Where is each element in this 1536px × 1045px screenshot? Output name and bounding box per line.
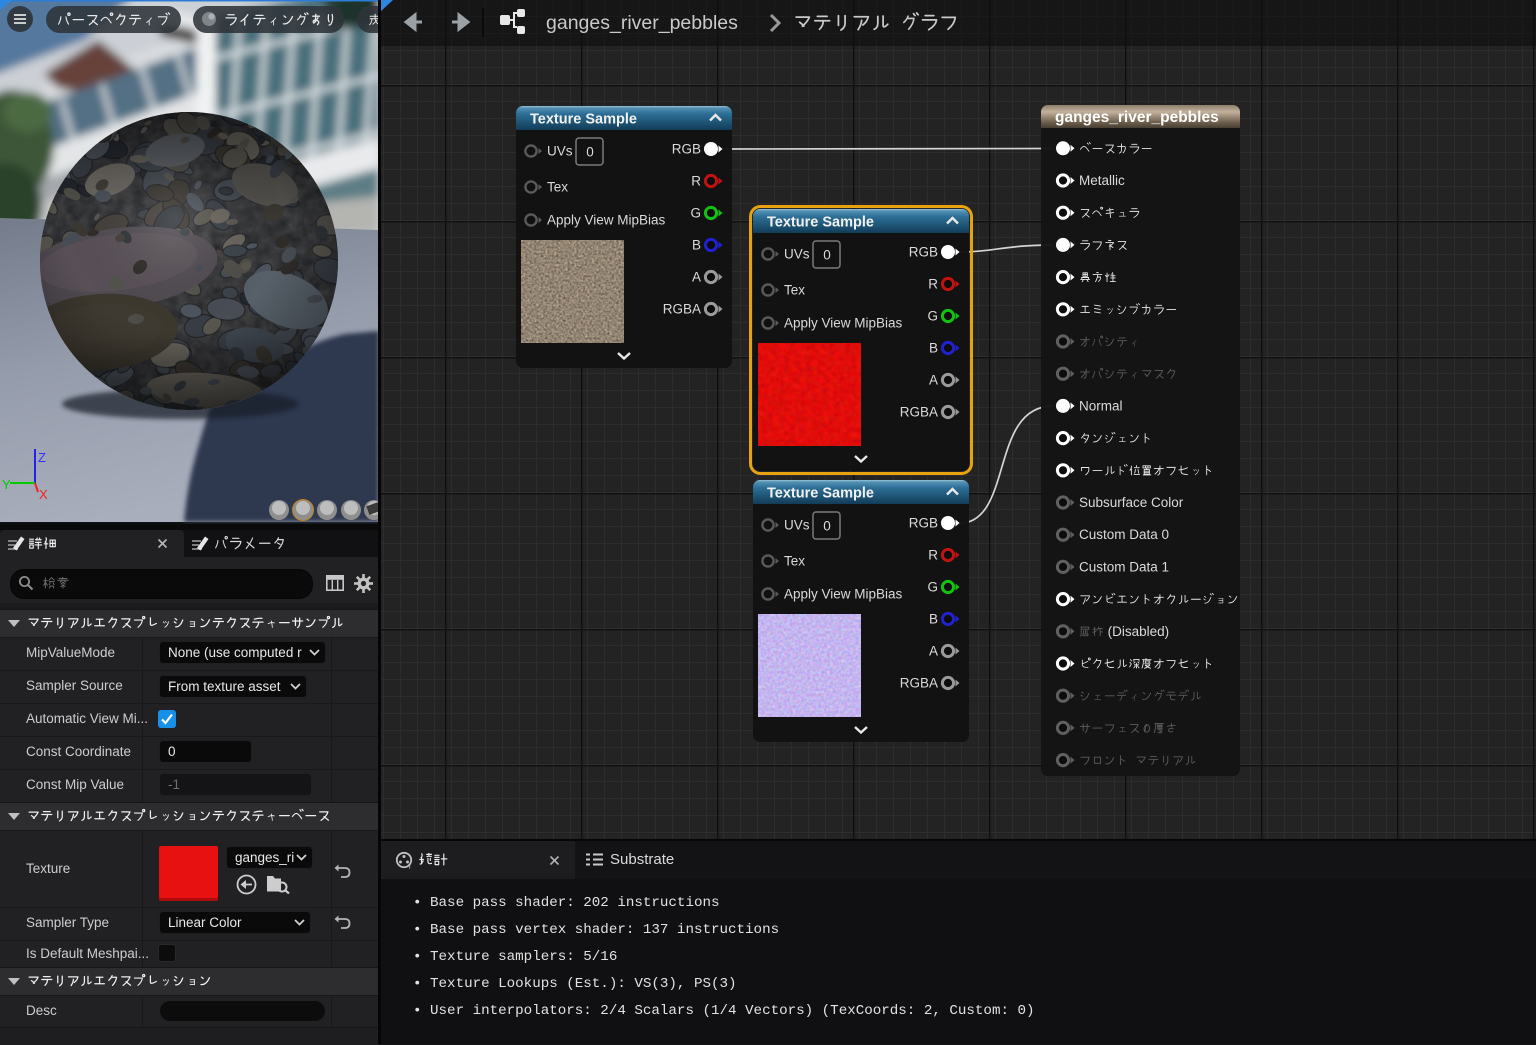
- svg-text:B: B: [929, 612, 938, 627]
- svg-text:RGB: RGB: [909, 245, 938, 260]
- svg-text:Texture Sample: Texture Sample: [767, 486, 874, 502]
- svg-text:G: G: [927, 309, 938, 324]
- svg-text:Apply View MipBias: Apply View MipBias: [547, 213, 666, 228]
- svg-text:0: 0: [586, 145, 594, 160]
- svg-text:X: X: [39, 487, 48, 502]
- svg-text:Metallic: Metallic: [1079, 173, 1125, 188]
- svg-text:0: 0: [823, 519, 831, 534]
- svg-text:RGBA: RGBA: [663, 302, 701, 317]
- svg-text:B: B: [929, 341, 938, 356]
- svg-text:Y: Y: [2, 477, 11, 492]
- svg-text:G: G: [690, 206, 701, 221]
- svg-text:Tex: Tex: [784, 554, 805, 569]
- svg-text:B: B: [692, 238, 701, 253]
- svg-text:Subsurface Color: Subsurface Color: [1079, 495, 1184, 510]
- svg-text:ganges_river_pebbles: ganges_river_pebbles: [546, 12, 738, 34]
- svg-text:A: A: [929, 644, 938, 659]
- svg-text:i: i: [409, 864, 411, 869]
- svg-text:Normal: Normal: [1079, 398, 1123, 413]
- svg-text:RGBA: RGBA: [900, 676, 938, 691]
- svg-text:ganges_river_pebbles: ganges_river_pebbles: [1055, 109, 1219, 126]
- svg-text:G: G: [927, 580, 938, 595]
- svg-text:(Disabled): (Disabled): [1108, 624, 1170, 639]
- svg-text:R: R: [928, 548, 938, 563]
- svg-text:Tex: Tex: [547, 180, 568, 195]
- svg-text:RGB: RGB: [909, 516, 938, 531]
- svg-text:Z: Z: [38, 450, 46, 465]
- svg-text:A: A: [929, 373, 938, 388]
- svg-text:Apply View MipBias: Apply View MipBias: [784, 316, 903, 331]
- svg-text:UVs: UVs: [784, 518, 810, 533]
- svg-text:Texture Sample: Texture Sample: [530, 112, 637, 128]
- svg-text:R: R: [928, 277, 938, 292]
- svg-text:UVs: UVs: [547, 144, 573, 159]
- svg-text:RGBA: RGBA: [900, 405, 938, 420]
- svg-text:Custom Data 0: Custom Data 0: [1079, 527, 1169, 542]
- svg-text:R: R: [691, 174, 701, 189]
- svg-text:0: 0: [823, 248, 831, 263]
- svg-text:A: A: [692, 270, 701, 285]
- svg-text:UVs: UVs: [784, 247, 810, 262]
- svg-text:RGB: RGB: [672, 142, 701, 157]
- svg-text:Custom Data 1: Custom Data 1: [1079, 559, 1169, 574]
- svg-text:Apply View MipBias: Apply View MipBias: [784, 587, 903, 602]
- svg-text:Tex: Tex: [784, 283, 805, 298]
- svg-text:Texture Sample: Texture Sample: [767, 215, 874, 231]
